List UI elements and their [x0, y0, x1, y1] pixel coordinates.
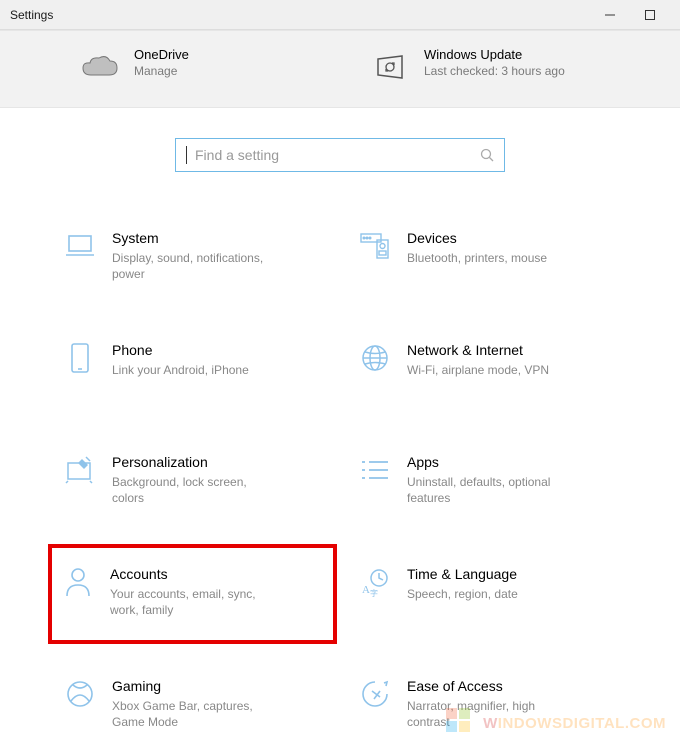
list-icon	[359, 454, 391, 486]
tile-subtitle: Narrator, magnifier, high contrast	[407, 698, 577, 730]
tile-title: Ease of Access	[407, 678, 577, 694]
tile-subtitle: Bluetooth, printers, mouse	[407, 250, 547, 266]
svg-text:字: 字	[370, 588, 378, 597]
header-strip: OneDrive Manage Windows Update Last chec…	[0, 30, 680, 108]
sync-icon	[370, 47, 410, 87]
tile-title: Apps	[407, 454, 577, 470]
tile-personalization[interactable]: Personalization Background, lock screen,…	[60, 446, 325, 518]
tile-title: Gaming	[112, 678, 282, 694]
devices-icon	[359, 230, 391, 262]
tile-title: Devices	[407, 230, 547, 246]
onedrive-subtitle: Manage	[134, 64, 189, 80]
tile-subtitle: Background, lock screen, colors	[112, 474, 282, 506]
tile-subtitle: Uninstall, defaults, optional features	[407, 474, 577, 506]
tile-accounts[interactable]: Accounts Your accounts, email, sync, wor…	[48, 544, 337, 644]
globe-icon	[359, 342, 391, 374]
person-icon	[62, 566, 94, 598]
onedrive-title: OneDrive	[134, 47, 189, 62]
phone-icon	[64, 342, 96, 374]
tile-title: System	[112, 230, 282, 246]
tile-network[interactable]: Network & Internet Wi-Fi, airplane mode,…	[355, 334, 620, 406]
update-title: Windows Update	[424, 47, 565, 62]
header-onedrive[interactable]: OneDrive Manage	[80, 47, 310, 87]
search-input[interactable]: Find a setting	[175, 138, 505, 172]
window-title: Settings	[10, 8, 53, 22]
maximize-button[interactable]	[630, 1, 670, 29]
titlebar: Settings	[0, 0, 680, 30]
tile-subtitle: Link your Android, iPhone	[112, 362, 249, 378]
ease-icon	[359, 678, 391, 710]
xbox-icon	[64, 678, 96, 710]
cloud-icon	[80, 47, 120, 87]
search-placeholder: Find a setting	[195, 147, 472, 163]
tile-time-language[interactable]: A字 Time & Language Speech, region, date	[355, 558, 620, 630]
tile-subtitle: Speech, region, date	[407, 586, 518, 602]
tile-phone[interactable]: Phone Link your Android, iPhone	[60, 334, 325, 406]
tile-subtitle: Display, sound, notifications, power	[112, 250, 282, 282]
tile-system[interactable]: System Display, sound, notifications, po…	[60, 222, 325, 294]
time-language-icon: A字	[359, 566, 391, 598]
tile-title: Time & Language	[407, 566, 518, 582]
tile-devices[interactable]: Devices Bluetooth, printers, mouse	[355, 222, 620, 294]
tile-gaming[interactable]: Gaming Xbox Game Bar, captures, Game Mod…	[60, 670, 325, 742]
laptop-icon	[64, 230, 96, 262]
tile-subtitle: Xbox Game Bar, captures, Game Mode	[112, 698, 282, 730]
search-icon	[480, 148, 494, 162]
text-cursor	[186, 146, 187, 164]
tile-apps[interactable]: Apps Uninstall, defaults, optional featu…	[355, 446, 620, 518]
tile-ease-of-access[interactable]: Ease of Access Narrator, magnifier, high…	[355, 670, 620, 742]
tile-title: Phone	[112, 342, 249, 358]
tile-title: Accounts	[110, 566, 280, 582]
tile-subtitle: Wi-Fi, airplane mode, VPN	[407, 362, 549, 378]
update-subtitle: Last checked: 3 hours ago	[424, 64, 565, 80]
tile-title: Network & Internet	[407, 342, 549, 358]
paint-icon	[64, 454, 96, 486]
tile-subtitle: Your accounts, email, sync, work, family	[110, 586, 280, 618]
search-wrap: Find a setting	[0, 138, 680, 172]
tile-title: Personalization	[112, 454, 282, 470]
header-windows-update[interactable]: Windows Update Last checked: 3 hours ago	[370, 47, 600, 87]
svg-text:A: A	[362, 584, 370, 596]
settings-grid: System Display, sound, notifications, po…	[60, 222, 620, 742]
minimize-button[interactable]	[590, 1, 630, 29]
